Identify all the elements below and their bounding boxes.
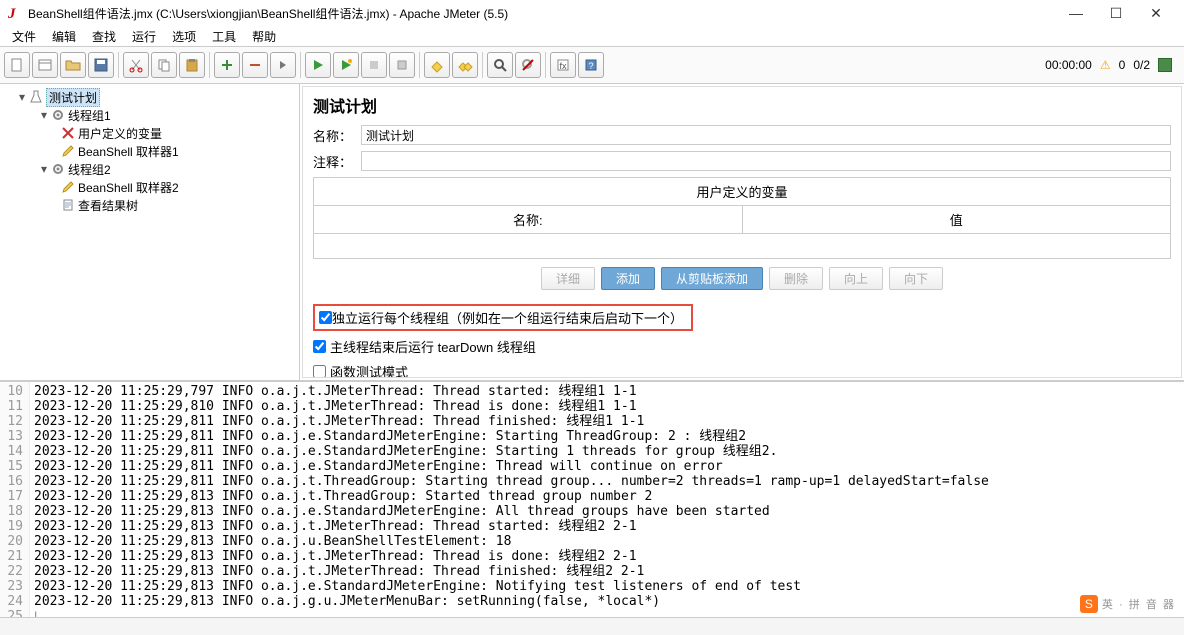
vars-table-body[interactable] <box>314 234 1170 258</box>
status-bar <box>0 617 1184 635</box>
tree-node-thread-group-1[interactable]: 线程组1 <box>68 107 111 124</box>
teardown-checkbox[interactable] <box>313 340 326 353</box>
detail-panel: 测试计划 名称： 注释： 用户定义的变量 名称: 值 详细 添加 从剪贴板添加 … <box>302 86 1182 378</box>
down-button[interactable]: 向下 <box>889 267 943 290</box>
watermark: S 英 · 拼 音 器 <box>1080 595 1174 613</box>
name-input[interactable] <box>361 125 1171 145</box>
comment-label: 注释： <box>313 152 361 171</box>
menu-search[interactable]: 查找 <box>84 26 124 47</box>
run-thread-groups-serial-checkbox[interactable] <box>319 311 332 324</box>
panel-heading: 测试计划 <box>313 93 1171 117</box>
delete-button[interactable]: 删除 <box>769 267 823 290</box>
pencil-icon <box>60 143 76 159</box>
highlighted-checkbox-row: 独立运行每个线程组（例如在一个组运行结束后启动下一个） <box>313 304 693 331</box>
thread-count: 0/2 <box>1133 58 1150 72</box>
svg-text:fx: fx <box>559 61 567 71</box>
collapse-icon[interactable] <box>242 52 268 78</box>
start-icon[interactable] <box>305 52 331 78</box>
tree-node-beanshell-1[interactable]: BeanShell 取样器1 <box>78 143 179 160</box>
function-helper-icon[interactable]: fx <box>550 52 576 78</box>
start-no-timers-icon[interactable] <box>333 52 359 78</box>
toggle-icon[interactable] <box>270 52 296 78</box>
log-text[interactable]: 2023-12-20 11:25:29,797 INFO o.a.j.t.JMe… <box>30 382 1184 617</box>
log-panel: 10 11 12 13 14 15 16 17 18 19 20 21 22 2… <box>0 380 1184 617</box>
tree-node-results-tree[interactable]: 查看结果树 <box>78 197 138 214</box>
log-gutter: 10 11 12 13 14 15 16 17 18 19 20 21 22 2… <box>0 382 30 617</box>
expand-icon[interactable] <box>214 52 240 78</box>
menu-edit[interactable]: 编辑 <box>44 26 84 47</box>
watermark-logo-icon: S <box>1080 595 1098 613</box>
error-count: 0 <box>1119 58 1126 72</box>
minimize-button[interactable]: — <box>1056 5 1096 21</box>
chk2-label: 主线程结束后运行 tearDown 线程组 <box>330 337 536 356</box>
help-icon[interactable]: ? <box>578 52 604 78</box>
add-button[interactable]: 添加 <box>601 267 655 290</box>
chk1-label: 独立运行每个线程组（例如在一个组运行结束后启动下一个） <box>332 308 683 327</box>
paste-icon[interactable] <box>179 52 205 78</box>
chk3-label: 函数测试模式 <box>330 362 408 378</box>
menu-run[interactable]: 运行 <box>124 26 164 47</box>
detail-button[interactable]: 详细 <box>541 267 595 290</box>
copy-icon[interactable] <box>151 52 177 78</box>
elapsed-time: 00:00:00 <box>1045 58 1092 72</box>
new-icon[interactable] <box>4 52 30 78</box>
tree-toggle-icon[interactable]: ▾ <box>38 108 50 122</box>
templates-icon[interactable] <box>32 52 58 78</box>
toolbar: fx ? 00:00:00 ⚠ 0 0/2 <box>0 46 1184 84</box>
window-title: BeanShell组件语法.jmx (C:\Users\xiongjian\Be… <box>28 5 1056 22</box>
cut-icon[interactable] <box>123 52 149 78</box>
clear-all-icon[interactable] <box>452 52 478 78</box>
gear-icon <box>50 161 66 177</box>
tree-node-thread-group-2[interactable]: 线程组2 <box>68 161 111 178</box>
gear-icon <box>50 107 66 123</box>
add-from-clipboard-button[interactable]: 从剪贴板添加 <box>661 267 763 290</box>
menu-tools[interactable]: 工具 <box>204 26 244 47</box>
column-name: 名称: <box>314 206 743 233</box>
menu-help[interactable]: 帮助 <box>244 26 284 47</box>
app-icon: J <box>8 6 22 20</box>
shutdown-icon[interactable] <box>389 52 415 78</box>
cross-icon <box>60 125 76 141</box>
menu-file[interactable]: 文件 <box>4 26 44 47</box>
tree-node-test-plan[interactable]: 测试计划 <box>46 88 100 107</box>
pencil-icon <box>60 179 76 195</box>
open-icon[interactable] <box>60 52 86 78</box>
reset-search-icon[interactable] <box>515 52 541 78</box>
warning-icon[interactable]: ⚠ <box>1100 58 1111 72</box>
stop-icon[interactable] <box>361 52 387 78</box>
flask-icon <box>28 89 44 105</box>
title-bar: J BeanShell组件语法.jmx (C:\Users\xiongjian\… <box>0 0 1184 26</box>
name-label: 名称： <box>313 126 361 145</box>
comment-input[interactable] <box>361 151 1171 171</box>
search-icon[interactable] <box>487 52 513 78</box>
user-vars-section: 用户定义的变量 名称: 值 <box>313 177 1171 259</box>
save-icon[interactable] <box>88 52 114 78</box>
tree-node-user-vars[interactable]: 用户定义的变量 <box>78 125 162 142</box>
menu-options[interactable]: 选项 <box>164 26 204 47</box>
tree-toggle-icon[interactable]: ▾ <box>38 162 50 176</box>
run-indicator-icon <box>1158 58 1172 72</box>
close-button[interactable]: ✕ <box>1136 5 1176 22</box>
maximize-button[interactable]: ☐ <box>1096 5 1136 22</box>
tree-toggle-icon[interactable]: ▾ <box>16 90 28 104</box>
paper-icon <box>60 197 76 213</box>
column-value: 值 <box>743 206 1171 233</box>
watermark-text: 英 · 拼 音 器 <box>1102 596 1174 612</box>
vars-title: 用户定义的变量 <box>314 178 1170 205</box>
tree-node-beanshell-2[interactable]: BeanShell 取样器2 <box>78 179 179 196</box>
clear-icon[interactable] <box>424 52 450 78</box>
svg-text:?: ? <box>588 61 593 71</box>
functional-test-checkbox[interactable] <box>313 365 326 378</box>
up-button[interactable]: 向上 <box>829 267 883 290</box>
test-plan-tree[interactable]: ▾ 测试计划 ▾ 线程组1 用户定义的变量 BeanShell 取样器1 ▾ 线… <box>0 84 300 380</box>
menu-bar: 文件 编辑 查找 运行 选项 工具 帮助 <box>0 26 1184 46</box>
